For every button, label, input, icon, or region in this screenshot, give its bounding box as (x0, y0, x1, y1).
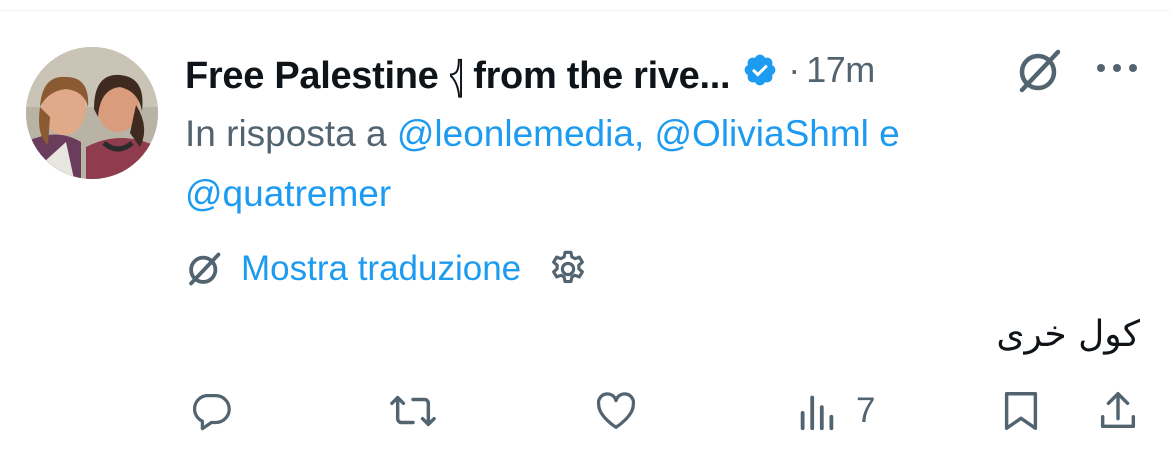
share-button[interactable] (1096, 388, 1142, 434)
retweet-icon (387, 388, 436, 434)
separator-dot: · (788, 49, 801, 90)
display-name[interactable]: Free Palestine 𓂆 from the rive... (185, 39, 731, 101)
retweet-button[interactable] (387, 388, 436, 434)
show-translation-link[interactable]: Mostra traduzione (241, 249, 521, 289)
mention-comma: , (633, 113, 655, 154)
bookmark-button[interactable] (1000, 388, 1046, 434)
reply-prefix: In risposta a (185, 113, 397, 154)
tweet-text: كول خرى (996, 314, 1140, 355)
more-options-icon[interactable] (1094, 58, 1140, 78)
verified-badge-icon[interactable] (742, 52, 778, 88)
views-chart-icon (796, 388, 842, 434)
avatar[interactable] (26, 47, 158, 179)
like-button[interactable] (592, 388, 638, 434)
mention-link[interactable]: @leonlemedia (397, 113, 634, 154)
reply-button[interactable] (188, 388, 234, 434)
top-divider (0, 10, 1170, 11)
reply-context: In risposta a @leonlemedia, @OliviaShml … (185, 104, 1115, 224)
mention-and: e (868, 113, 900, 154)
bookmark-icon (1000, 388, 1046, 434)
tweet-header: Free Palestine 𓂆 from the rive... · 17m (185, 40, 875, 100)
mention-link[interactable]: @OliviaShml (655, 113, 869, 154)
grok-icon[interactable] (1014, 46, 1064, 96)
timestamp[interactable]: 17m (806, 49, 875, 91)
share-icon (1096, 388, 1142, 434)
heart-icon (592, 388, 638, 434)
views-button[interactable]: 7 (796, 388, 875, 434)
views-count: 7 (856, 391, 876, 430)
grok-icon (185, 250, 223, 288)
translate-row: Mostra traduzione (185, 247, 589, 291)
mention-link[interactable]: @quatremer (185, 173, 391, 214)
reply-icon (188, 388, 234, 434)
gear-icon[interactable] (547, 248, 589, 290)
